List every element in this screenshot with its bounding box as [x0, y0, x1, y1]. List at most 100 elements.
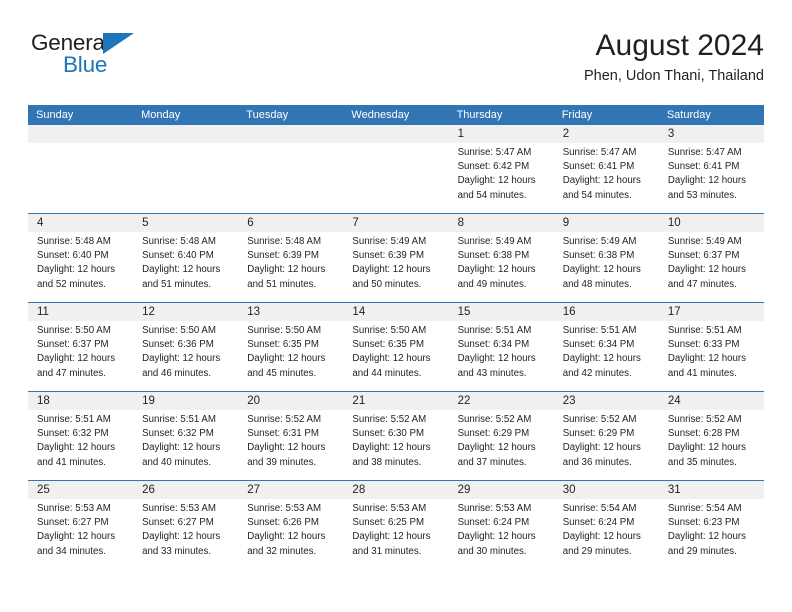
daylight-text-line2: and 53 minutes. [667, 189, 737, 201]
day-number[interactable]: 9 [554, 214, 659, 232]
title-block: August 2024 Phen, Udon Thani, Thailand [584, 28, 764, 86]
day-number[interactable]: 22 [449, 392, 554, 410]
daylight-text-line2: and 51 minutes. [247, 278, 317, 290]
sunrise-text: Sunrise: 5:52 AM [562, 414, 637, 425]
sunset-text: Sunset: 6:24 PM [457, 517, 530, 529]
week-date-number-band: 11 12 13 14 15 16 17 [28, 303, 764, 321]
day-cell: Sunrise: 5:51 AM Sunset: 6:32 PM Dayligh… [28, 410, 133, 480]
day-number[interactable]: 2 [554, 125, 659, 143]
day-number[interactable]: 16 [554, 303, 659, 321]
daylight-text-line1: Daylight: 12 hours [142, 264, 221, 276]
day-number[interactable] [343, 125, 448, 143]
day-cell: Sunrise: 5:54 AM Sunset: 6:23 PM Dayligh… [659, 499, 764, 569]
sunset-text: Sunset: 6:36 PM [142, 339, 214, 351]
day-number[interactable]: 15 [449, 303, 554, 321]
sunset-text: Sunset: 6:31 PM [247, 428, 319, 440]
daylight-text-line1: Daylight: 12 hours [457, 531, 536, 543]
sunrise-text: Sunrise: 5:50 AM [37, 325, 111, 336]
day-number[interactable]: 26 [133, 481, 238, 499]
day-number[interactable]: 13 [238, 303, 343, 321]
day-number[interactable]: 4 [28, 214, 133, 232]
day-number[interactable]: 24 [659, 392, 764, 410]
week-date-number-band: 4 5 6 7 8 9 10 [28, 214, 764, 232]
day-number[interactable]: 1 [449, 125, 554, 143]
day-number[interactable]: 6 [238, 214, 343, 232]
day-cell: Sunrise: 5:52 AM Sunset: 6:30 PM Dayligh… [343, 410, 448, 480]
sunrise-text: Sunrise: 5:49 AM [667, 236, 742, 247]
day-number[interactable] [133, 125, 238, 143]
day-number[interactable]: 8 [449, 214, 554, 232]
day-cell: Sunrise: 5:50 AM Sunset: 6:37 PM Dayligh… [28, 321, 133, 391]
sunset-text: Sunset: 6:35 PM [247, 339, 319, 351]
sunset-text: Sunset: 6:33 PM [667, 339, 740, 351]
day-number[interactable]: 31 [659, 481, 764, 499]
week-date-number-band: 18 19 20 21 22 23 24 [28, 392, 764, 410]
calendar-week-row: 25 26 27 28 29 30 31 Sunrise: 5:53 AM Su… [28, 481, 764, 569]
day-cell: Sunrise: 5:47 AM Sunset: 6:41 PM Dayligh… [659, 143, 764, 213]
sunrise-text: Sunrise: 5:50 AM [247, 325, 322, 336]
day-number[interactable]: 17 [659, 303, 764, 321]
day-number[interactable]: 25 [28, 481, 133, 499]
day-cell: Sunrise: 5:51 AM Sunset: 6:34 PM Dayligh… [449, 321, 554, 391]
sunset-text: Sunset: 6:29 PM [562, 428, 635, 440]
sunrise-text: Sunrise: 5:50 AM [142, 325, 216, 336]
daylight-text-line2: and 47 minutes. [37, 367, 106, 379]
day-number[interactable]: 19 [133, 392, 238, 410]
sunset-text: Sunset: 6:39 PM [352, 250, 425, 262]
day-cell: Sunrise: 5:51 AM Sunset: 6:32 PM Dayligh… [133, 410, 238, 480]
day-number[interactable]: 20 [238, 392, 343, 410]
week-detail-band: Sunrise: 5:48 AM Sunset: 6:40 PM Dayligh… [28, 232, 764, 302]
day-cell: Sunrise: 5:51 AM Sunset: 6:33 PM Dayligh… [659, 321, 764, 391]
sunrise-text: Sunrise: 5:51 AM [562, 325, 637, 336]
day-number[interactable]: 7 [343, 214, 448, 232]
day-number[interactable]: 23 [554, 392, 659, 410]
daylight-text-line2: and 34 minutes. [37, 545, 106, 557]
daylight-text-line2: and 45 minutes. [247, 367, 317, 379]
daylight-text-line2: and 54 minutes. [562, 189, 632, 201]
page-subtitle-location: Phen, Udon Thani, Thailand [583, 68, 764, 85]
day-number[interactable]: 14 [343, 303, 448, 321]
day-number[interactable]: 11 [28, 303, 133, 321]
general-blue-logo[interactable]: General Blue [31, 31, 191, 88]
day-cell: Sunrise: 5:49 AM Sunset: 6:37 PM Dayligh… [659, 232, 764, 302]
day-number[interactable]: 27 [238, 481, 343, 499]
sunrise-text: Sunrise: 5:51 AM [667, 325, 742, 336]
weekday-header-sunday: Sunday [36, 109, 74, 121]
day-number[interactable] [28, 125, 133, 143]
day-number[interactable]: 29 [449, 481, 554, 499]
day-number[interactable]: 18 [28, 392, 133, 410]
page-header: General Blue August 2024 Phen, Udon Than… [28, 28, 764, 98]
daylight-text-line2: and 48 minutes. [562, 278, 632, 290]
sunrise-text: Sunrise: 5:52 AM [457, 414, 532, 425]
daylight-text-line2: and 41 minutes. [37, 456, 106, 468]
day-cell: Sunrise: 5:52 AM Sunset: 6:29 PM Dayligh… [554, 410, 659, 480]
sunrise-text: Sunrise: 5:47 AM [562, 147, 637, 158]
day-cell: Sunrise: 5:51 AM Sunset: 6:34 PM Dayligh… [554, 321, 659, 391]
day-number[interactable]: 28 [343, 481, 448, 499]
weekday-header-thursday: Thursday [456, 109, 503, 121]
sunrise-text: Sunrise: 5:52 AM [247, 414, 322, 425]
sunrise-text: Sunrise: 5:47 AM [457, 147, 532, 158]
daylight-text-line1: Daylight: 12 hours [457, 264, 536, 276]
day-number[interactable]: 12 [133, 303, 238, 321]
day-number[interactable] [238, 125, 343, 143]
calendar-table: Sunday Monday Tuesday Wednesday Thursday… [28, 105, 764, 569]
day-number[interactable]: 30 [554, 481, 659, 499]
daylight-text-line1: Daylight: 12 hours [37, 531, 116, 543]
daylight-text-line2: and 31 minutes. [352, 545, 422, 557]
day-cell: Sunrise: 5:47 AM Sunset: 6:41 PM Dayligh… [554, 143, 659, 213]
day-number[interactable]: 21 [343, 392, 448, 410]
daylight-text-line1: Daylight: 12 hours [142, 531, 221, 543]
day-number[interactable]: 5 [133, 214, 238, 232]
day-number[interactable]: 10 [659, 214, 764, 232]
daylight-text-line1: Daylight: 12 hours [352, 531, 431, 543]
daylight-text-line1: Daylight: 12 hours [247, 531, 326, 543]
day-number[interactable]: 3 [659, 125, 764, 143]
daylight-text-line1: Daylight: 12 hours [247, 442, 326, 454]
daylight-text-line2: and 43 minutes. [457, 367, 527, 379]
daylight-text-line1: Daylight: 12 hours [37, 264, 116, 276]
calendar-week-row: 4 5 6 7 8 9 10 Sunrise: 5:48 AM Sunset: … [28, 214, 764, 303]
calendar-page: General Blue August 2024 Phen, Udon Than… [0, 0, 792, 612]
weekday-header-monday: Monday [141, 109, 181, 121]
daylight-text-line2: and 47 minutes. [667, 278, 737, 290]
